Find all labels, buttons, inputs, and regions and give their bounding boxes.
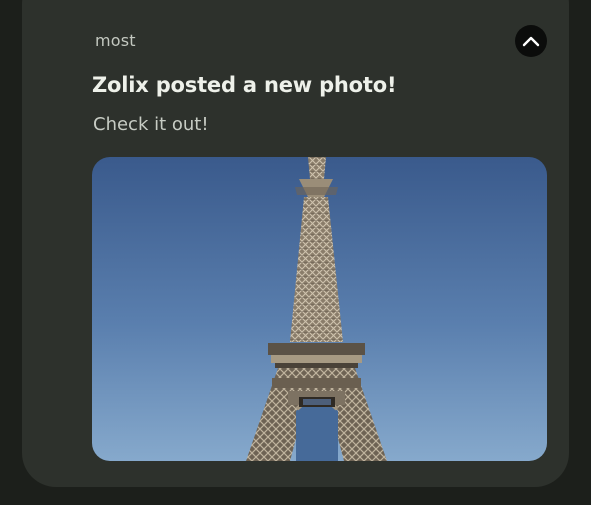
notification-photo[interactable] bbox=[92, 157, 547, 461]
collapse-button[interactable] bbox=[515, 25, 547, 57]
notification-title: Zolix posted a new photo! bbox=[92, 73, 397, 97]
chevron-up-icon bbox=[522, 36, 540, 47]
app-name: most bbox=[95, 31, 136, 50]
notification-body: Check it out! bbox=[93, 114, 209, 135]
eiffel-tower-image bbox=[92, 157, 547, 461]
